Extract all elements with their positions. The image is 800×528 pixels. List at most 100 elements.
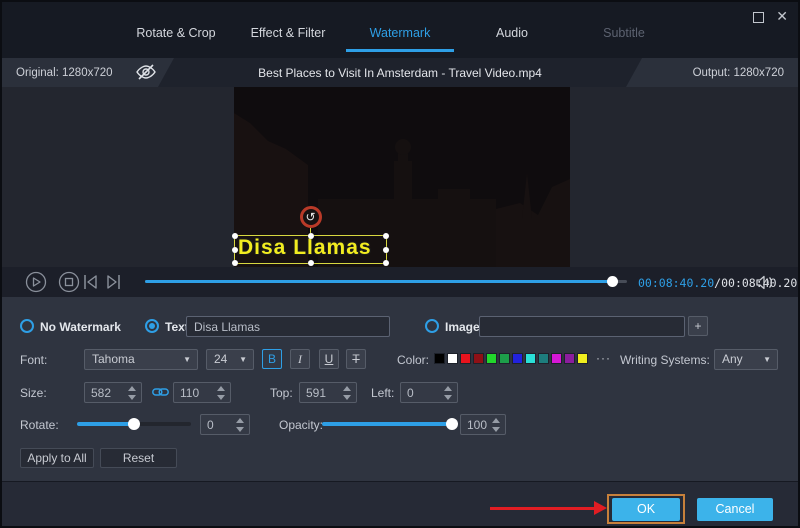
resize-handle[interactable] bbox=[232, 260, 238, 266]
font-row: Font: Tahoma▼ 24▼ B I U T Color: ··· Wri… bbox=[2, 349, 798, 371]
add-image-button[interactable]: + bbox=[688, 316, 708, 336]
color-swatch[interactable] bbox=[538, 353, 549, 364]
tab-effect-filter[interactable]: Effect & Filter bbox=[232, 20, 344, 52]
watermark-image-input[interactable] bbox=[479, 316, 685, 337]
image-watermark-radio[interactable] bbox=[425, 319, 439, 333]
tab-rotate-crop[interactable]: Rotate & Crop bbox=[120, 20, 232, 52]
ok-button[interactable]: OK bbox=[612, 498, 680, 521]
height-value: 110 bbox=[180, 386, 199, 400]
stepper-down-icon[interactable] bbox=[492, 427, 500, 432]
resize-handle[interactable] bbox=[308, 233, 314, 239]
reset-button[interactable]: Reset bbox=[100, 448, 177, 468]
text-watermark-radio[interactable] bbox=[145, 319, 159, 333]
opacity-slider-thumb[interactable] bbox=[446, 418, 458, 430]
resize-handle[interactable] bbox=[232, 233, 238, 239]
stepper-up-icon[interactable] bbox=[444, 386, 452, 391]
stepper-up-icon[interactable] bbox=[217, 386, 225, 391]
color-swatch[interactable] bbox=[473, 353, 484, 364]
stepper-up-icon[interactable] bbox=[128, 386, 136, 391]
color-swatches bbox=[434, 353, 588, 364]
height-stepper[interactable]: 110 bbox=[173, 382, 231, 403]
opacity-stepper[interactable]: 100 bbox=[460, 414, 506, 435]
width-stepper[interactable]: 582 bbox=[84, 382, 142, 403]
stepper-up-icon[interactable] bbox=[236, 418, 244, 423]
more-colors-button[interactable]: ··· bbox=[596, 351, 611, 365]
font-label: Font: bbox=[20, 353, 47, 367]
rotate-slider-thumb[interactable] bbox=[128, 418, 140, 430]
rotate-stepper[interactable]: 0 bbox=[200, 414, 250, 435]
no-watermark-radio[interactable] bbox=[20, 319, 34, 333]
color-swatch[interactable] bbox=[525, 353, 536, 364]
video-preview-area: ↺ Disa Llamas bbox=[2, 87, 798, 267]
writing-systems-select[interactable]: Any ▼ bbox=[714, 349, 778, 370]
cancel-button[interactable]: Cancel bbox=[697, 498, 773, 521]
color-swatch[interactable] bbox=[499, 353, 510, 364]
strikethrough-button[interactable]: T bbox=[346, 349, 366, 369]
active-tab-underline bbox=[346, 49, 454, 52]
apply-to-all-button[interactable]: Apply to All bbox=[20, 448, 94, 468]
color-swatch[interactable] bbox=[486, 353, 497, 364]
watermark-text-input[interactable] bbox=[186, 316, 390, 337]
color-swatch[interactable] bbox=[512, 353, 523, 364]
font-size-select[interactable]: 24▼ bbox=[206, 349, 254, 370]
color-swatch[interactable] bbox=[434, 353, 445, 364]
lock-aspect-link-icon[interactable] bbox=[152, 385, 169, 399]
stepper-down-icon[interactable] bbox=[217, 395, 225, 400]
chevron-down-icon: ▼ bbox=[763, 350, 771, 369]
underline-button[interactable]: U bbox=[319, 349, 339, 369]
italic-button[interactable]: I bbox=[290, 349, 310, 369]
annotation-arrow-head bbox=[594, 501, 607, 515]
tab-audio[interactable]: Audio bbox=[456, 20, 568, 52]
resize-handle[interactable] bbox=[383, 247, 389, 253]
play-icon[interactable] bbox=[25, 271, 47, 293]
close-icon[interactable]: ✕ bbox=[776, 9, 788, 23]
color-swatch[interactable] bbox=[460, 353, 471, 364]
color-swatch[interactable] bbox=[551, 353, 562, 364]
watermark-text-overlay[interactable]: Disa Llamas bbox=[238, 236, 372, 260]
original-resolution-label: Original: 1280x720 bbox=[2, 67, 127, 79]
no-watermark-label: No Watermark bbox=[40, 320, 121, 334]
tab-watermark-label: Watermark bbox=[370, 26, 431, 40]
stepper-down-icon[interactable] bbox=[128, 395, 136, 400]
rotate-opacity-row: Rotate: 0 Opacity: 100 bbox=[2, 414, 798, 436]
previous-frame-icon[interactable] bbox=[82, 274, 104, 296]
tab-watermark[interactable]: Watermark bbox=[344, 20, 456, 52]
color-swatch[interactable] bbox=[564, 353, 575, 364]
volume-icon[interactable] bbox=[755, 274, 775, 291]
tab-subtitle[interactable]: Subtitle bbox=[568, 20, 680, 52]
resize-handle[interactable] bbox=[308, 260, 314, 266]
output-resolution-panel: Output: 1280x720 bbox=[626, 58, 798, 87]
stepper-down-icon[interactable] bbox=[236, 427, 244, 432]
color-swatch[interactable] bbox=[577, 353, 588, 364]
bold-button[interactable]: B bbox=[262, 349, 282, 369]
color-swatch[interactable] bbox=[447, 353, 458, 364]
rotate-slider[interactable] bbox=[77, 422, 191, 426]
maximize-icon[interactable] bbox=[753, 12, 764, 23]
stepper-down-icon[interactable] bbox=[343, 395, 351, 400]
current-time: 00:08:40.20 bbox=[638, 276, 714, 290]
stop-icon[interactable] bbox=[58, 271, 80, 293]
tabs: Rotate & Crop Effect & Filter Watermark … bbox=[120, 20, 680, 52]
chevron-down-icon: ▼ bbox=[183, 350, 191, 369]
next-frame-icon[interactable] bbox=[104, 274, 126, 296]
watermark-editor-window: Rotate & Crop Effect & Filter Watermark … bbox=[0, 0, 800, 528]
watermark-selection-box[interactable]: ↺ Disa Llamas bbox=[234, 235, 387, 264]
font-family-select[interactable]: Tahoma▼ bbox=[84, 349, 198, 370]
resize-handle[interactable] bbox=[383, 260, 389, 266]
opacity-slider[interactable] bbox=[322, 422, 452, 426]
writing-systems-value: Any bbox=[722, 352, 743, 366]
stepper-up-icon[interactable] bbox=[343, 386, 351, 391]
progress-slider[interactable] bbox=[145, 280, 627, 283]
progress-thumb[interactable] bbox=[607, 276, 618, 287]
rotate-handle-icon[interactable]: ↺ bbox=[300, 206, 322, 228]
preview-compare-eye-icon[interactable] bbox=[134, 62, 158, 82]
top-stepper[interactable]: 591 bbox=[299, 382, 357, 403]
left-stepper[interactable]: 0 bbox=[400, 382, 458, 403]
stepper-down-icon[interactable] bbox=[444, 395, 452, 400]
stepper-up-icon[interactable] bbox=[492, 418, 500, 423]
video-file-title: Best Places to Visit In Amsterdam - Trav… bbox=[174, 58, 626, 87]
output-resolution-label: Output: 1280x720 bbox=[679, 67, 798, 79]
left-label: Left: bbox=[371, 386, 394, 400]
resize-handle[interactable] bbox=[232, 247, 238, 253]
resize-handle[interactable] bbox=[383, 233, 389, 239]
